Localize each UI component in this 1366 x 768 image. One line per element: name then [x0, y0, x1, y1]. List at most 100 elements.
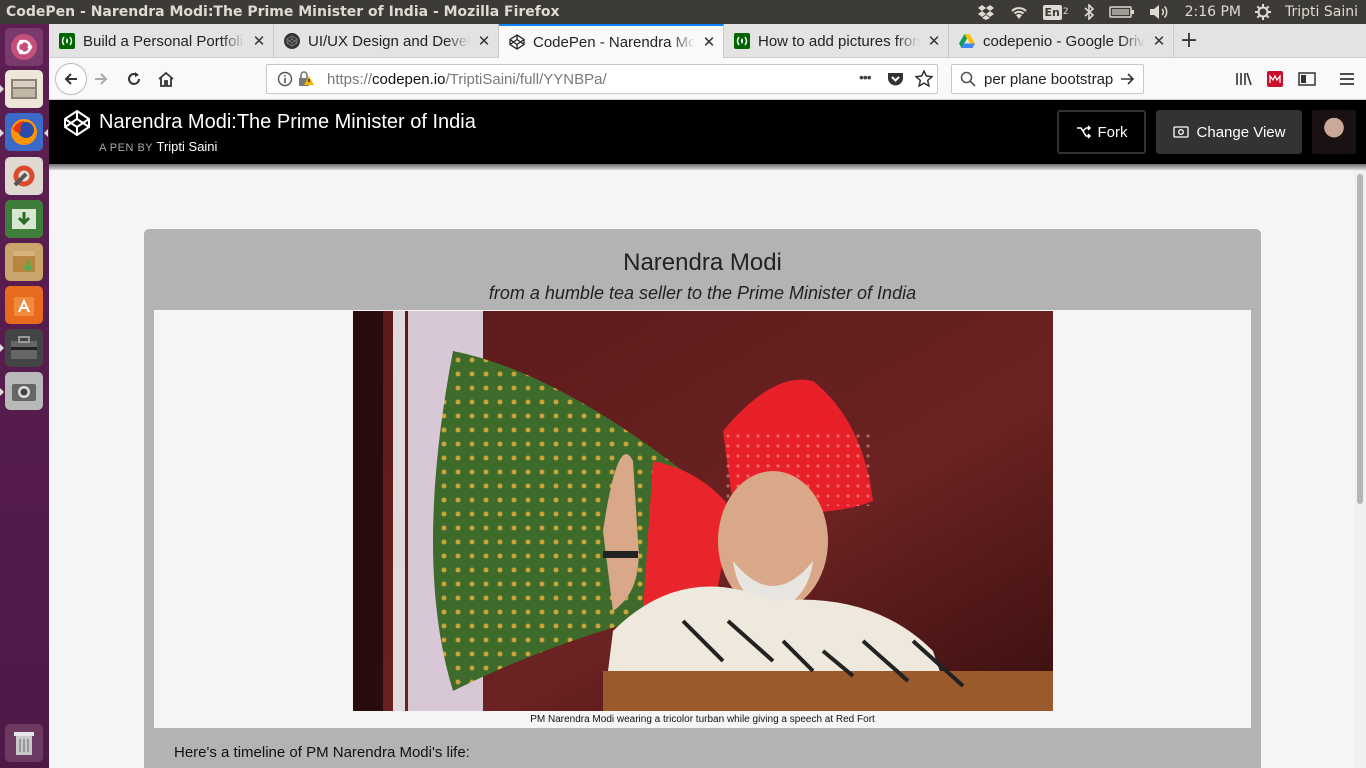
codepen-header: Narendra Modi:The Prime Minister of Indi… — [49, 100, 1366, 164]
screenshot-icon[interactable] — [5, 372, 43, 410]
url-host: codepen.io — [372, 70, 446, 88]
url-text[interactable]: https://codepen.io/TriptiSaini/full/YYNB… — [327, 71, 607, 88]
page-subtitle: from a humble tea seller to the Prime Mi… — [488, 283, 917, 303]
window-title: CodePen - Narendra Modi:The Prime Minist… — [6, 4, 560, 20]
clock[interactable]: 2:16 PM — [1185, 4, 1241, 20]
launcher — [0, 24, 49, 768]
system-settings-icon[interactable] — [5, 157, 43, 195]
library-icon — [1236, 72, 1252, 86]
sidebar-button[interactable] — [1297, 69, 1317, 89]
info-icon[interactable] — [277, 71, 293, 87]
tab-close-icon[interactable]: ✕ — [251, 32, 267, 50]
codepen-icon — [284, 33, 300, 49]
software-updater-icon[interactable] — [5, 200, 43, 238]
codepen-logo-icon[interactable] — [63, 109, 91, 137]
change-view-label: Change View — [1196, 123, 1286, 141]
tab-uiux-design[interactable]: UI/UX Design and Development ✕ — [274, 24, 499, 58]
byline-prefix: A PEN BY — [99, 142, 153, 154]
eye-icon — [1172, 126, 1189, 138]
tab-close-icon[interactable]: ✕ — [476, 32, 492, 50]
image-figure: PM Narendra Modi wearing a tricolor turb… — [154, 310, 1251, 728]
firefox-icon[interactable] — [5, 113, 43, 151]
author-link[interactable]: Tripti Saini — [157, 139, 218, 154]
forward-arrow-icon — [95, 73, 108, 85]
pen-byline: A PEN BY Tripti Saini — [99, 139, 217, 154]
home-icon — [158, 71, 174, 87]
sidebar-icon — [1298, 72, 1316, 86]
tab-label: CodePen - Narendra Modi — [533, 33, 695, 51]
tab-close-icon[interactable]: ✕ — [926, 32, 942, 50]
tab-label: codepenio - Google Drive — [983, 32, 1145, 50]
freecodecamp-icon — [59, 33, 75, 49]
google-drive-icon — [959, 33, 975, 49]
fork-icon — [1076, 125, 1091, 139]
tab-close-icon[interactable]: ✕ — [701, 33, 717, 51]
browser-window: Build a Personal Portfolio ✕ UI/UX Desig… — [49, 24, 1366, 768]
library-button[interactable] — [1234, 69, 1254, 89]
search-go-arrow-icon[interactable] — [1119, 71, 1135, 87]
image-caption: PM Narendra Modi wearing a tricolor turb… — [530, 714, 875, 725]
avatar[interactable] — [1312, 110, 1356, 154]
modi-photo — [353, 311, 1053, 711]
tab-close-icon[interactable]: ✕ — [1151, 32, 1167, 50]
new-tab-button[interactable]: + — [1174, 24, 1204, 57]
toolbox-icon[interactable] — [5, 329, 43, 367]
ubuntu-dash-icon[interactable] — [5, 28, 43, 66]
bookmark-star-icon[interactable] — [915, 70, 933, 87]
hamburger-icon — [1340, 73, 1354, 85]
back-button[interactable] — [55, 63, 87, 95]
indicator-area: En 2 2:16 PM Tripti Saini — [977, 4, 1366, 20]
tribute-card: Narendra Modi from a humble tea seller t… — [144, 229, 1261, 768]
files-icon[interactable] — [5, 70, 43, 108]
tab-build-portfolio[interactable]: Build a Personal Portfolio ✕ — [49, 24, 274, 58]
freecodecamp-icon — [734, 33, 750, 49]
fork-button[interactable]: Fork — [1057, 110, 1146, 154]
page-scrollbar[interactable] — [1354, 170, 1366, 768]
tab-google-drive[interactable]: codepenio - Google Drive ✕ — [949, 24, 1174, 58]
dropbox-icon[interactable] — [977, 4, 995, 20]
search-icon — [960, 71, 976, 87]
pocket-icon[interactable] — [887, 71, 904, 87]
tab-label: UI/UX Design and Development — [308, 32, 470, 50]
navigation-toolbar: https://codepen.io/TriptiSaini/full/YYNB… — [49, 58, 1366, 100]
fork-label: Fork — [1097, 123, 1128, 141]
software-center-icon[interactable] — [5, 286, 43, 324]
volume-icon[interactable] — [1149, 4, 1171, 20]
bluetooth-icon[interactable] — [1083, 4, 1095, 20]
wifi-icon[interactable] — [1009, 4, 1029, 20]
search-bar[interactable]: per plane bootstrap — [951, 64, 1144, 94]
extension-icon — [1267, 71, 1283, 87]
home-button[interactable] — [156, 69, 176, 89]
scrollbar-thumb[interactable] — [1357, 174, 1363, 504]
timeline-intro: Here's a timeline of PM Narendra Modi's … — [174, 744, 470, 761]
pen-title: Narendra Modi:The Prime Minister of Indi… — [99, 111, 476, 133]
search-input[interactable]: per plane bootstrap — [984, 71, 1113, 88]
url-path: /TriptiSaini/full/YYNBPa/ — [445, 70, 607, 88]
user-name[interactable]: Tripti Saini — [1285, 4, 1358, 20]
keyboard-layout-indicator[interactable]: En 2 — [1042, 4, 1069, 20]
forward-button[interactable] — [91, 69, 111, 89]
insecure-lock-icon[interactable] — [297, 71, 315, 87]
url-bar[interactable]: https://codepen.io/TriptiSaini/full/YYNB… — [266, 64, 938, 94]
reload-button[interactable] — [124, 69, 144, 89]
menu-button[interactable] — [1337, 69, 1357, 89]
archive-manager-icon[interactable] — [5, 243, 43, 281]
url-scheme: https:// — [327, 70, 373, 88]
extension-button[interactable] — [1265, 69, 1285, 89]
tab-label: Build a Personal Portfolio — [83, 32, 245, 50]
tab-strip: Build a Personal Portfolio ✕ UI/UX Desig… — [49, 24, 1366, 58]
trash-icon[interactable] — [5, 724, 43, 762]
tab-add-pictures[interactable]: How to add pictures from ✕ — [724, 24, 949, 58]
tab-codepen-narendra-modi[interactable]: CodePen - Narendra Modi ✕ — [499, 24, 724, 58]
reload-icon — [128, 72, 140, 85]
codepen-icon — [509, 34, 525, 50]
back-arrow-icon — [64, 73, 77, 85]
page-content: Narendra Modi from a humble tea seller t… — [49, 170, 1354, 768]
page-heading: Narendra Modi — [623, 249, 782, 276]
page-actions-menu[interactable]: ••• — [859, 69, 872, 85]
keyboard-layout-label: En — [1042, 4, 1062, 20]
keyboard-layout-sub: 2 — [1062, 7, 1069, 17]
battery-icon[interactable] — [1108, 5, 1135, 19]
change-view-button[interactable]: Change View — [1156, 110, 1302, 154]
session-gear-icon[interactable] — [1255, 4, 1272, 20]
